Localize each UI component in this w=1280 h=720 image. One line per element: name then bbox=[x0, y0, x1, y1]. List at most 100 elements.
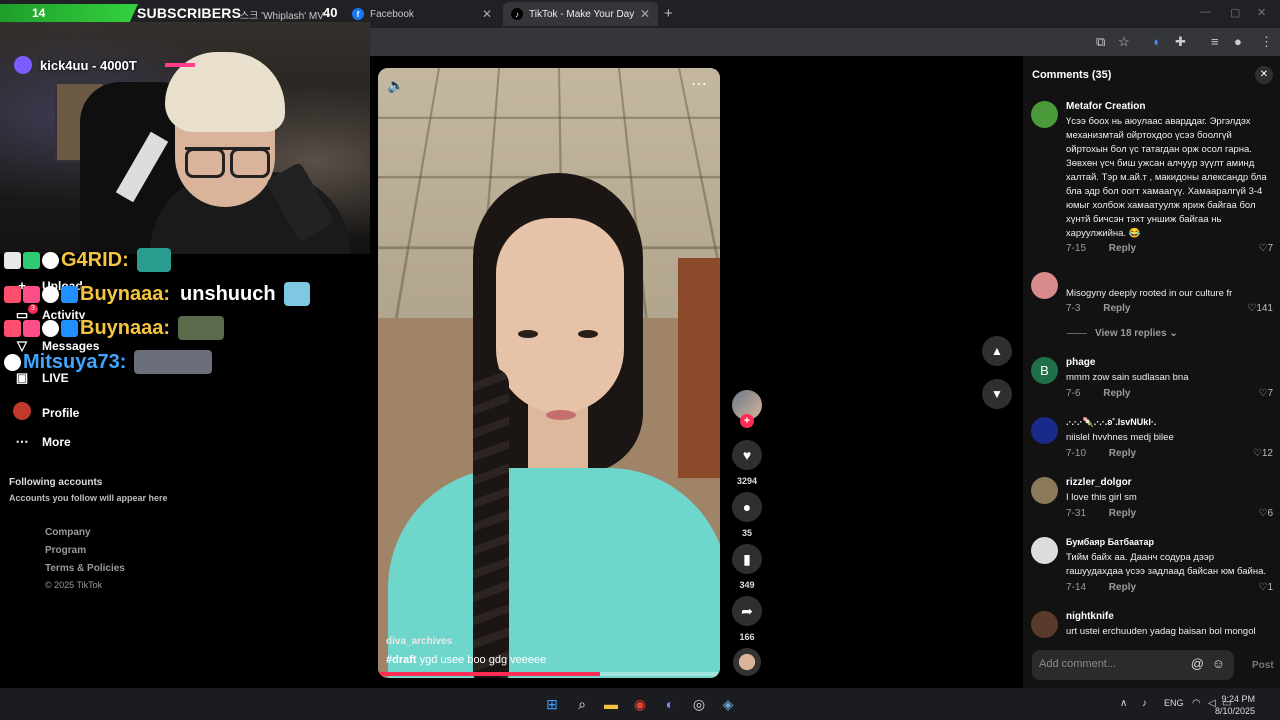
hashtag-link[interactable]: #draft bbox=[386, 654, 417, 666]
like-count: 3294 bbox=[736, 476, 758, 486]
follow-button[interactable]: + bbox=[740, 414, 754, 428]
commenter-name[interactable]: phage bbox=[1066, 357, 1095, 368]
heart-icon[interactable]: ♥ bbox=[732, 440, 762, 470]
comment-text: Үсээ боох нь аюулаас аварддаг. Эргэлдэх … bbox=[1066, 116, 1267, 239]
previous-video-button[interactable]: ▲ bbox=[982, 336, 1012, 366]
profile-avatar-icon[interactable]: ● bbox=[1234, 34, 1242, 49]
commenter-name[interactable]: nightknife bbox=[1066, 611, 1114, 622]
share-arrow-icon[interactable]: ➦ bbox=[732, 596, 762, 626]
chrome-icon[interactable]: ◉ bbox=[632, 696, 648, 712]
maximize-icon[interactable]: ▢ bbox=[1230, 6, 1240, 19]
comment-like[interactable]: ♡7 bbox=[1258, 388, 1273, 399]
music-disc-icon[interactable] bbox=[733, 648, 761, 676]
commenter-avatar[interactable] bbox=[1031, 477, 1058, 504]
extension-audio-icon[interactable]: ◖ bbox=[1152, 34, 1160, 49]
comment-input[interactable]: Add comment... @ ☺ bbox=[1032, 650, 1234, 680]
first-badge-icon bbox=[23, 251, 40, 269]
comment-date: 7-15 bbox=[1066, 243, 1087, 254]
steam-icon[interactable]: ◈ bbox=[720, 696, 736, 712]
close-tab-icon[interactable]: ✕ bbox=[482, 7, 492, 21]
obs-icon[interactable]: ◎ bbox=[691, 696, 707, 712]
sidebar-item-profile[interactable]: Profile bbox=[12, 402, 79, 423]
comment-like[interactable]: ♡1 bbox=[1258, 582, 1273, 593]
close-tab-icon[interactable]: ✕ bbox=[640, 7, 650, 21]
view-replies-link[interactable]: View 18 replies ⌄ bbox=[1067, 328, 1178, 339]
bookmark-icon[interactable]: ▮ bbox=[732, 544, 762, 574]
mention-icon[interactable]: @ bbox=[1191, 656, 1204, 671]
video-progress-bar[interactable] bbox=[378, 672, 720, 676]
commenter-avatar[interactable] bbox=[1031, 611, 1058, 638]
comment-like[interactable]: ♡6 bbox=[1258, 508, 1273, 519]
file-explorer-icon[interactable]: ▬ bbox=[603, 696, 619, 712]
volume-icon[interactable]: 🔈 bbox=[387, 77, 404, 94]
tray-chevron-icon[interactable]: ∧ bbox=[1120, 698, 1127, 709]
comment-date: 7-14 bbox=[1066, 582, 1087, 593]
like-action[interactable]: ♥ 3294 bbox=[732, 440, 762, 486]
donation-icon bbox=[14, 56, 32, 74]
commenter-name[interactable]: rizzler_dolgor bbox=[1066, 477, 1132, 488]
windows-badge-icon bbox=[61, 285, 78, 303]
reply-button[interactable]: Reply bbox=[1103, 388, 1130, 399]
video-player[interactable]: 🔈 ⋯ diva_archives #draft ygd usee boo gd… bbox=[378, 68, 720, 678]
commenter-avatar[interactable] bbox=[1031, 101, 1058, 128]
comments-panel: Comments (35) ✕ Metafor Creation Үсээ бо… bbox=[1023, 56, 1280, 688]
close-comments-button[interactable]: ✕ bbox=[1255, 66, 1273, 84]
commenter-avatar[interactable] bbox=[1031, 417, 1058, 444]
chat-username: Buynaaa: bbox=[80, 316, 171, 339]
clock-date: 8/10/2025 bbox=[1214, 706, 1255, 716]
close-window-icon[interactable]: ✕ bbox=[1257, 6, 1266, 19]
media-control-icon[interactable]: ≡ bbox=[1211, 34, 1219, 49]
wifi-icon[interactable]: ◠ bbox=[1192, 698, 1201, 709]
share-count: 166 bbox=[739, 632, 755, 642]
post-button[interactable]: Post bbox=[1252, 660, 1274, 671]
new-tab-button[interactable]: + bbox=[664, 5, 673, 22]
more-options-icon[interactable]: ⋯ bbox=[691, 74, 708, 94]
reply-button[interactable]: Reply bbox=[1103, 303, 1130, 314]
search-icon[interactable]: ⌕ bbox=[574, 696, 590, 712]
mascot-badge-icon bbox=[42, 319, 59, 337]
footer-terms-link[interactable]: Terms & Policies bbox=[45, 563, 125, 574]
comment-date: 7-3 bbox=[1066, 303, 1081, 314]
commenter-avatar[interactable] bbox=[1031, 537, 1058, 564]
chat-username: Buynaaa: bbox=[80, 282, 171, 305]
browser-menu-icon[interactable]: ⋮ bbox=[1260, 34, 1273, 50]
comment-text: Misogyny deeply rooted in our culture fr bbox=[1066, 288, 1233, 299]
comment-bubble-icon[interactable]: ● bbox=[732, 492, 762, 522]
comment-like[interactable]: ♡141 bbox=[1247, 303, 1273, 314]
reply-button[interactable]: Reply bbox=[1109, 448, 1136, 459]
save-count: 349 bbox=[739, 580, 755, 590]
comment-action[interactable]: ● 35 bbox=[732, 492, 762, 538]
video-author[interactable]: diva_archives bbox=[386, 636, 452, 647]
reply-button[interactable]: Reply bbox=[1109, 508, 1136, 519]
save-action[interactable]: ▮ 349 bbox=[732, 544, 762, 590]
following-subtitle: Accounts you follow will appear here bbox=[9, 493, 168, 503]
microphone-icon[interactable]: ♪ bbox=[1142, 698, 1147, 709]
next-video-button[interactable]: ▼ bbox=[982, 379, 1012, 409]
reply-button[interactable]: Reply bbox=[1109, 582, 1136, 593]
install-app-icon[interactable]: ⧉ bbox=[1096, 34, 1105, 50]
comment-like[interactable]: ♡7 bbox=[1258, 243, 1273, 254]
footer-program-link[interactable]: Program bbox=[45, 545, 86, 556]
emoji-icon[interactable]: ☺ bbox=[1212, 656, 1225, 671]
commenter-name[interactable]: .·.·.·🍡.·.·.ʚ˚.IsvNUkI·. bbox=[1066, 417, 1156, 428]
commenter-avatar[interactable] bbox=[1031, 272, 1058, 299]
extensions-puzzle-icon[interactable]: ✚ bbox=[1175, 34, 1186, 50]
sidebar-item-more[interactable]: ⋯ More bbox=[12, 434, 71, 450]
share-action[interactable]: ➦ 166 bbox=[732, 596, 762, 642]
reply-button[interactable]: Reply bbox=[1109, 243, 1136, 254]
comment-meta: 7-31 Reply bbox=[1066, 508, 1136, 519]
comment-like[interactable]: ♡12 bbox=[1253, 448, 1273, 459]
system-clock[interactable]: 9:24 PM 8/10/2025 bbox=[1215, 693, 1255, 717]
language-indicator[interactable]: ENG bbox=[1164, 698, 1184, 708]
mascot-badge-icon bbox=[4, 353, 21, 371]
discord-icon[interactable]: ◐ bbox=[662, 696, 678, 712]
commenter-name[interactable]: Metafor Creation bbox=[1066, 101, 1145, 112]
footer-company-link[interactable]: Company bbox=[45, 527, 91, 538]
bookmark-star-icon[interactable]: ☆ bbox=[1118, 34, 1130, 50]
commenter-avatar[interactable]: B bbox=[1031, 357, 1058, 384]
minimize-icon[interactable]: — bbox=[1200, 6, 1211, 18]
commenter-name[interactable]: Бумбаяр Батбаатар bbox=[1066, 537, 1154, 547]
comment-date: 7-10 bbox=[1066, 448, 1087, 459]
tab-tiktok[interactable]: ♪ TikTok - Make Your Day ✕ bbox=[503, 2, 658, 26]
windows-start-icon[interactable]: ⊞ bbox=[544, 696, 560, 712]
